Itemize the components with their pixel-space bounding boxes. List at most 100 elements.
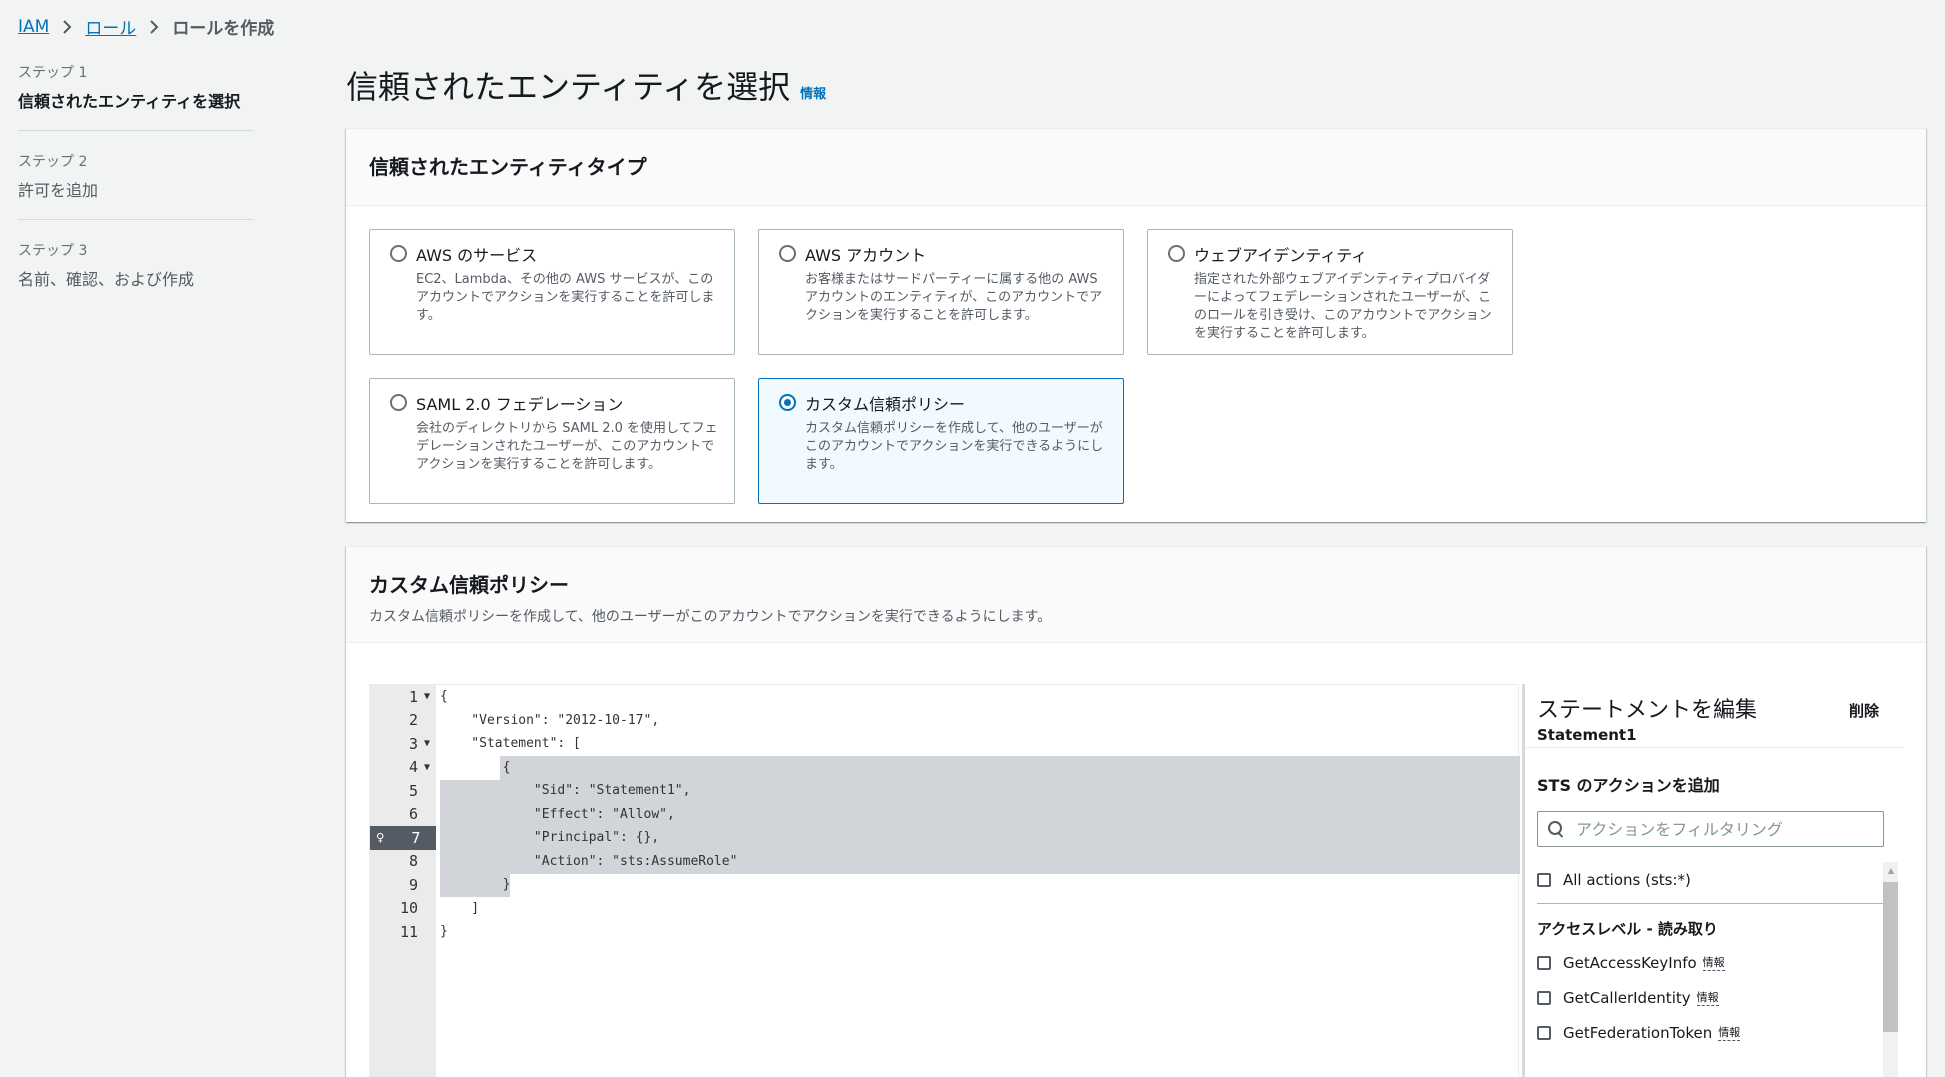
- delete-statement-button[interactable]: 削除: [1849, 700, 1879, 721]
- line-number: 3: [408, 734, 418, 753]
- code-line[interactable]: 4 ▼ {: [370, 756, 1518, 780]
- panel-title: カスタム信頼ポリシー: [369, 573, 569, 597]
- code-line[interactable]: 5 "Sid": "Statement1",: [370, 779, 1518, 803]
- code-text[interactable]: {: [440, 689, 448, 704]
- code-line[interactable]: 2 "Version": "2012-10-17",: [370, 709, 1518, 733]
- action-filter-field[interactable]: [1537, 811, 1884, 847]
- code-line[interactable]: ♀ 7 "Principal": {},: [370, 826, 1518, 850]
- step-title: 許可を追加: [18, 181, 99, 200]
- step-title: 信頼されたエンティティを選択: [18, 92, 241, 111]
- breadcrumb-current: ロールを作成: [172, 19, 275, 39]
- checkbox[interactable]: [1537, 955, 1551, 970]
- gutter-slot: ▼: [418, 756, 436, 780]
- code-line[interactable]: 10 ]: [370, 897, 1518, 921]
- radio-button[interactable]: [390, 394, 407, 411]
- tile-desc: 指定された外部ウェブアイデンティティプロバイダーによってフェデレーションされたユ…: [1194, 272, 1492, 341]
- action-label: GetFederationToken: [1563, 1023, 1713, 1042]
- fold-arrow-icon[interactable]: ▼: [424, 691, 430, 702]
- tile-title: AWS のサービス: [416, 246, 538, 265]
- json-policy-editor[interactable]: 1 ▼{2 "Version": "2012-10-17", 3 ▼ "Stateme…: [369, 684, 1520, 1077]
- add-actions-title: STS のアクションを追加: [1537, 776, 1720, 795]
- tile-saml-federation[interactable]: SAML 2.0 フェデレーション 会社のディレクトリから SAML 2.0 を…: [369, 378, 735, 504]
- radio-button[interactable]: [390, 245, 407, 262]
- step-title: 名前、確認、および作成: [18, 270, 195, 289]
- action-item[interactable]: GetFederationToken 情報: [1525, 1015, 1906, 1050]
- code-line[interactable]: 1 ▼ {: [370, 685, 1518, 709]
- code-line[interactable]: 8 "Action": "sts:AssumeRole": [370, 850, 1518, 874]
- info-link[interactable]: 情報: [800, 83, 826, 102]
- tile-aws-account[interactable]: AWS アカウント お客様またはサードパーティーに属する他の AWS アカウント…: [758, 229, 1124, 355]
- code-text[interactable]: ]: [440, 901, 479, 916]
- entity-tiles: AWS のサービス EC2、Lambda、その他の AWS サービスが、このアカ…: [346, 206, 1926, 504]
- checkbox[interactable]: [1537, 990, 1551, 1005]
- radio-button[interactable]: [779, 245, 796, 262]
- action-item[interactable]: GetCallerIdentity 情報: [1525, 980, 1906, 1015]
- tile-custom-trust-policy[interactable]: カスタム信頼ポリシー カスタム信頼ポリシーを作成して、他のユーザーがこのアカウン…: [758, 378, 1124, 504]
- gutter-slot: [418, 779, 436, 803]
- gutter-slot: [418, 850, 436, 874]
- tile-title: SAML 2.0 フェデレーション: [416, 395, 624, 414]
- panel-title: 信頼されたエンティティタイプ: [369, 155, 647, 179]
- fold-arrow-icon[interactable]: ▼: [424, 762, 430, 773]
- line-number: 11: [399, 922, 418, 941]
- edit-statement-panel: ステートメントを編集 Statement1 削除 STS のアクションを追加 ▲…: [1522, 684, 1903, 1077]
- tile-title: カスタム信頼ポリシー: [805, 395, 966, 414]
- action-filter-input[interactable]: [1576, 819, 1856, 839]
- code-text[interactable]: }: [440, 924, 448, 939]
- wizard-step-2: ステップ 2 許可を追加: [18, 151, 253, 220]
- step-number: ステップ 1: [18, 65, 88, 81]
- info-link[interactable]: 情報: [1696, 989, 1719, 1006]
- code-line[interactable]: 3 ▼ "Statement": [: [370, 732, 1518, 756]
- fold-arrow-icon[interactable]: ▼: [424, 738, 430, 749]
- line-number: 8: [408, 852, 418, 871]
- code-text[interactable]: "Principal": {},: [440, 830, 659, 845]
- tile-aws-service[interactable]: AWS のサービス EC2、Lambda、その他の AWS サービスが、このアカ…: [369, 229, 735, 355]
- code-line[interactable]: 11}: [370, 920, 1518, 944]
- info-link[interactable]: 情報: [1702, 954, 1725, 971]
- code-text[interactable]: "Version": "2012-10-17",: [440, 713, 659, 728]
- step-number: ステップ 2: [18, 154, 88, 170]
- statement-name: Statement1: [1537, 726, 1637, 744]
- search-icon: [1548, 821, 1564, 837]
- tile-desc: 会社のディレクトリから SAML 2.0 を使用してフェデレーションされたユーザ…: [416, 421, 718, 472]
- code-line[interactable]: 9 }: [370, 873, 1518, 897]
- line-number: 5: [408, 781, 418, 800]
- breadcrumb-iam-link[interactable]: IAM: [18, 17, 49, 37]
- divider: [1537, 903, 1886, 904]
- action-item-all[interactable]: All actions (sts:*): [1525, 862, 1906, 897]
- breadcrumb: IAM ロール ロールを作成: [18, 14, 275, 40]
- tile-desc: お客様またはサードパーティーに属する他の AWS アカウントのエンティティが、こ…: [805, 272, 1103, 323]
- scrollbar-thumb[interactable]: [1883, 882, 1898, 1032]
- checkbox[interactable]: [1537, 872, 1551, 887]
- action-item[interactable]: GetAccessKeyInfo 情報: [1525, 945, 1906, 980]
- line-number: 9: [408, 875, 418, 894]
- line-number: 6: [408, 805, 418, 824]
- gutter-slot: [418, 920, 436, 944]
- tile-web-identity[interactable]: ウェブアイデンティティ 指定された外部ウェブアイデンティティプロバイダーによって…: [1147, 229, 1513, 355]
- info-link[interactable]: 情報: [1718, 1024, 1741, 1041]
- tile-title: AWS アカウント: [805, 246, 927, 265]
- statement-header: ステートメントを編集 Statement1 削除: [1525, 684, 1903, 748]
- code-line[interactable]: 6 "Effect": "Allow",: [370, 803, 1518, 827]
- code-text[interactable]: }: [440, 877, 511, 892]
- radio-button[interactable]: [1168, 245, 1185, 262]
- code-text[interactable]: "Statement": [: [440, 736, 581, 751]
- wizard-step-1: ステップ 1 信頼されたエンティティを選択: [18, 62, 253, 131]
- radio-button-selected[interactable]: [779, 394, 796, 411]
- lightbulb-icon[interactable]: ♀ 7: [370, 826, 436, 850]
- tile-desc: EC2、Lambda、その他の AWS サービスが、このアカウントでアクションを…: [416, 272, 715, 323]
- checkbox[interactable]: [1537, 1025, 1551, 1040]
- code-text[interactable]: {: [440, 760, 511, 775]
- gutter-slot: [418, 897, 436, 921]
- bulb-glyph-icon: ♀: [376, 829, 385, 846]
- line-number: 7: [411, 828, 421, 847]
- code-text[interactable]: "Action": "sts:AssumeRole": [440, 854, 738, 869]
- panel-header: 信頼されたエンティティタイプ: [346, 129, 1926, 206]
- breadcrumb-roles-link[interactable]: ロール: [85, 14, 136, 39]
- action-label: All actions (sts:*): [1563, 870, 1691, 889]
- wizard-nav: ステップ 1 信頼されたエンティティを選択 ステップ 2 許可を追加 ステップ …: [18, 62, 253, 328]
- code-text[interactable]: "Sid": "Statement1",: [440, 783, 691, 798]
- code-text[interactable]: "Effect": "Allow",: [440, 807, 675, 822]
- page-header: 信頼されたエンティティを選択 情報: [346, 62, 826, 108]
- scroll-up-arrow-icon[interactable]: ▲: [1888, 866, 1894, 875]
